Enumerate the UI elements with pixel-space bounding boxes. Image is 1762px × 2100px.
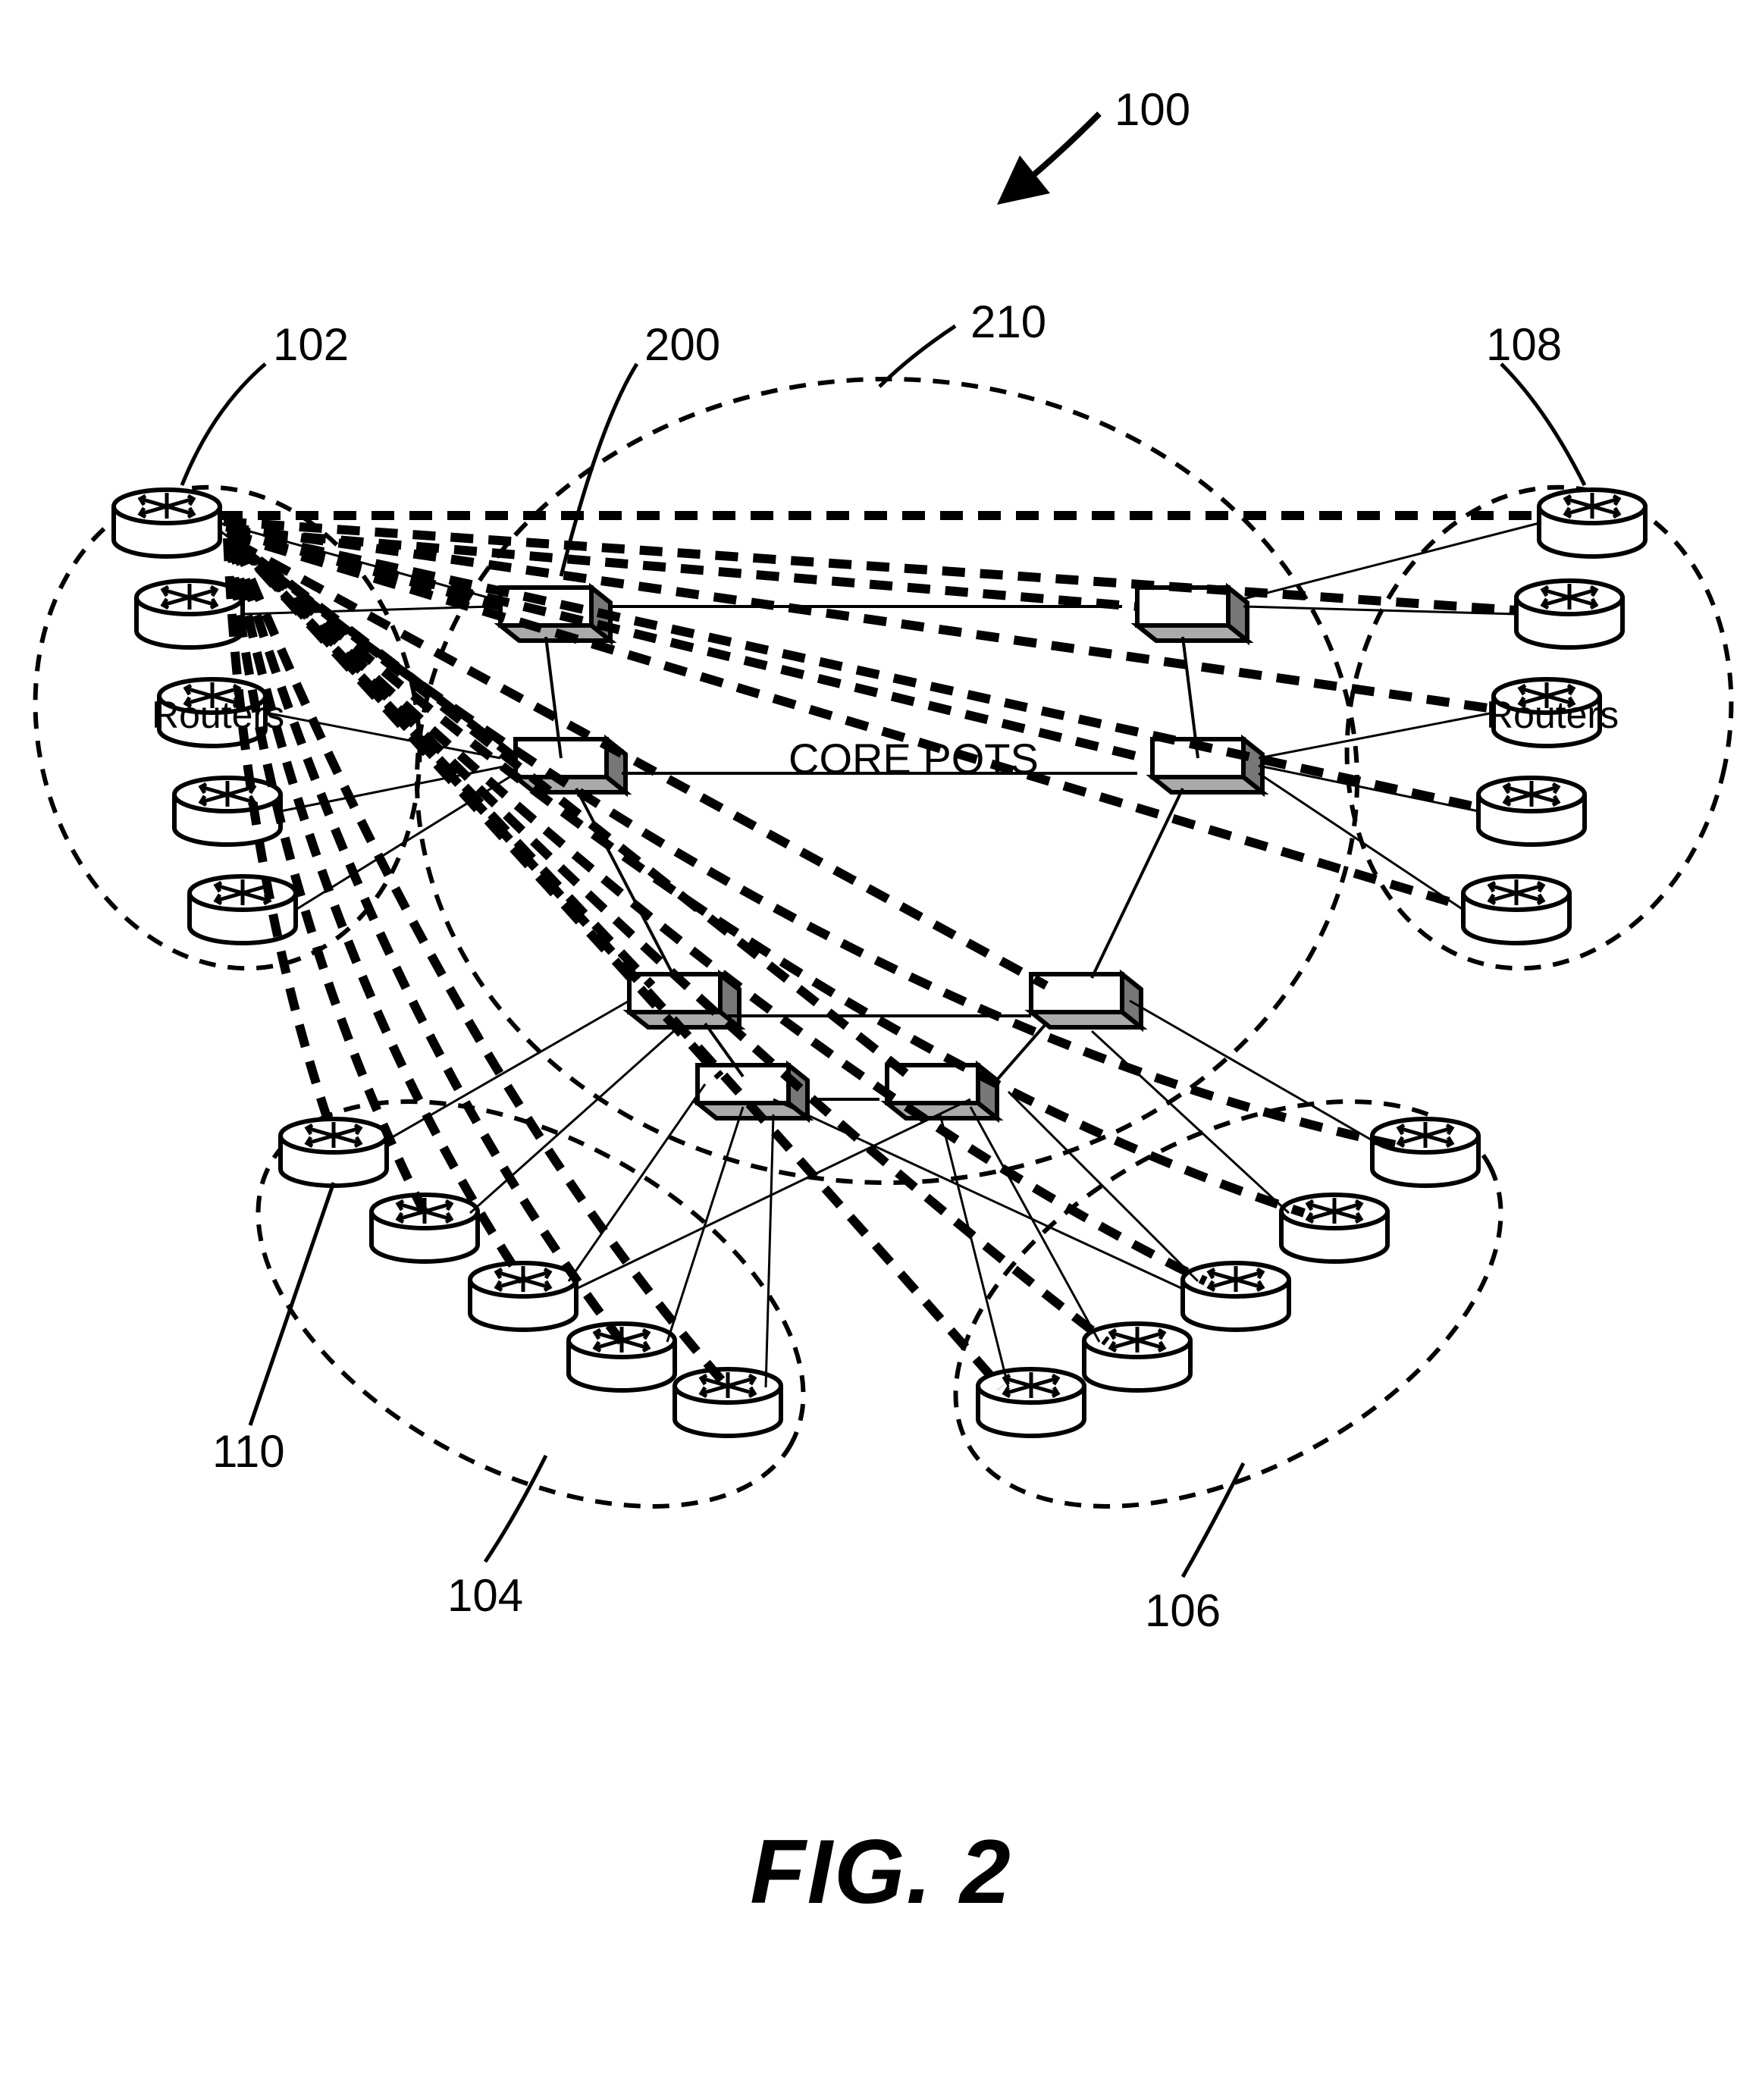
router: [1372, 1119, 1478, 1186]
router: [281, 1119, 387, 1186]
router: [1281, 1195, 1387, 1262]
router: [1084, 1324, 1190, 1390]
ref-102: 102: [273, 318, 349, 371]
router: [978, 1369, 1084, 1436]
router: [569, 1324, 675, 1390]
router: [114, 490, 220, 556]
core-box: [1137, 588, 1247, 641]
network-diagram: CORE POTS Routers Routers: [0, 0, 1762, 2100]
router: [470, 1263, 576, 1330]
ref-210: 210: [970, 296, 1046, 348]
routers-right-label: Routers: [1486, 694, 1619, 736]
router: [174, 778, 281, 845]
ref-110: 110: [212, 1425, 285, 1478]
routers-left-label: Routers: [152, 694, 284, 736]
router: [1478, 778, 1585, 845]
router: [1516, 581, 1622, 647]
ref-108: 108: [1486, 318, 1562, 371]
ref-106: 106: [1145, 1584, 1221, 1637]
ref-200: 200: [644, 318, 720, 371]
ref-104: 104: [447, 1569, 523, 1622]
router: [1539, 490, 1645, 556]
router: [1183, 1263, 1289, 1330]
ref-100: 100: [1115, 83, 1190, 136]
core-box: [500, 588, 610, 641]
router: [1463, 876, 1569, 943]
core-label: CORE POTS: [789, 735, 1039, 782]
figure-caption: FIG. 2: [0, 1819, 1762, 1924]
